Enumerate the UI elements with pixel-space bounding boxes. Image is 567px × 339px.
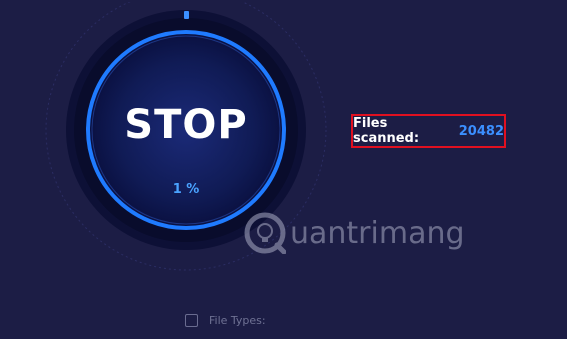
scan-progress-percent: 1 % xyxy=(172,182,200,197)
files-scanned-count: 20482 xyxy=(458,123,504,139)
watermark-text: uantrimang xyxy=(290,215,465,251)
progress-marker xyxy=(184,11,189,19)
files-scanned-label: Files scanned: xyxy=(353,116,420,146)
file-types-checkbox[interactable] xyxy=(185,314,198,327)
lightbulb-icon xyxy=(244,212,286,254)
scan-progress-widget: STOP 1 % xyxy=(36,2,336,302)
stop-label: STOP xyxy=(124,102,248,148)
file-types-label: File Types: xyxy=(209,314,266,327)
files-scanned-counter: Files scanned: 20482 xyxy=(351,114,506,148)
file-types-option[interactable]: File Types: xyxy=(185,314,266,327)
watermark-logo: uantrimang xyxy=(244,212,465,254)
